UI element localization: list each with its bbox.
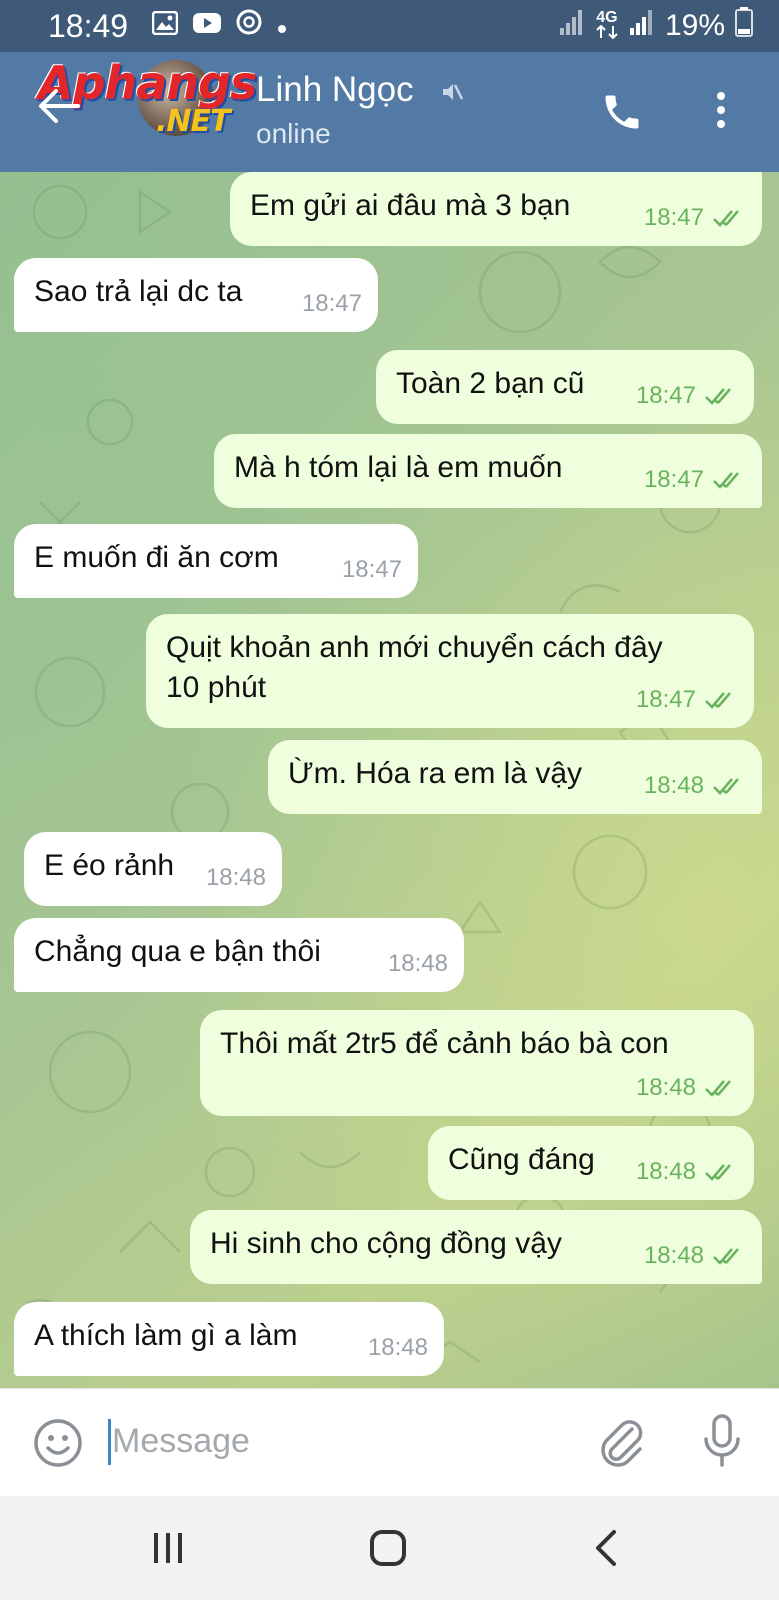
emoji-icon[interactable] [32,1417,84,1474]
status-time: 18:49 [48,7,129,44]
message-bubble-incoming[interactable]: Chẳng qua e bận thôi 18:48 [14,918,464,992]
message-meta: 18:48 [636,1068,740,1108]
youtube-icon [192,9,222,43]
message-bubble-outgoing[interactable]: Quịt khoản anh mới chuyển cách đây 10 ph… [146,614,754,728]
message-bubble-incoming[interactable]: Sao trả lại dc ta 18:47 [14,258,378,332]
double-check-icon [713,1248,739,1265]
mute-icon [440,80,464,109]
message-text: Ừm. Hóa ra em là vậy [288,757,583,790]
signal-icon [559,8,585,44]
message-time: 18:47 [635,686,696,713]
network-label: 4G [596,8,618,26]
battery-icon [735,7,753,45]
double-check-icon [713,210,739,227]
message-time: 18:47 [643,466,704,493]
dot-icon [276,9,288,43]
signal-icon-2 [629,8,655,44]
recents-icon[interactable] [150,1530,186,1571]
message-meta: 18:47 [636,376,740,416]
status-bar: 18:49 4G 19% [0,0,779,52]
message-text: Toàn 2 bạn cũ [396,367,585,400]
home-icon[interactable] [368,1528,408,1573]
message-bubble-outgoing[interactable]: Ừm. Hóa ra em là vậy 18:48 [268,740,762,814]
double-check-icon [705,692,731,709]
message-bubble-incoming[interactable]: A thích làm gì a làm 18:48 [14,1302,444,1376]
message-meta: 18:47 [636,680,740,720]
double-check-icon [705,388,731,405]
message-time: 18:48 [643,772,704,799]
network-icon: 4G [595,8,619,42]
message-time: 18:48 [367,1334,428,1361]
message-meta: 18:47 [302,284,362,324]
message-text: Em gửi ai đâu mà 3 bạn [250,189,571,222]
message-bubble-incoming[interactable]: E éo rảnh 18:48 [24,832,282,906]
message-text: A thích làm gì a làm [34,1319,298,1352]
back-arrow-icon[interactable] [38,88,80,129]
message-text: E éo rảnh [44,849,175,882]
message-text: Sao trả lại dc ta [34,275,243,308]
message-bubble-outgoing[interactable]: Cũng đáng 18:48 [428,1126,754,1200]
message-text: Quịt khoản anh mới chuyển cách đây 10 ph… [166,631,663,704]
message-time: 18:48 [643,1242,704,1269]
message-time: 18:48 [635,1158,696,1185]
message-bubble-outgoing[interactable]: Em gửi ai đâu mà 3 bạn 18:47 [230,172,762,246]
message-input[interactable] [112,1413,562,1469]
message-bubble-outgoing[interactable]: Toàn 2 bạn cũ 18:47 [376,350,754,424]
message-meta: 18:48 [368,1328,428,1368]
watermark-sub: .NET [156,104,230,139]
message-time: 18:47 [643,204,704,231]
chat-header: Aphangs .NET Linh Ngọc online [0,52,779,172]
message-bubble-outgoing[interactable]: Thôi mất 2tr5 để cảnh báo bà con 18:48 [200,1010,754,1116]
message-time: 18:48 [205,864,266,891]
status-left: 18:49 [48,8,288,45]
message-bubble-outgoing[interactable]: Hi sinh cho cộng đồng vậy 18:48 [190,1210,762,1284]
message-meta: 18:48 [644,1236,748,1276]
message-text: E muốn đi ăn cơm [34,541,279,574]
double-check-icon [713,778,739,795]
message-text: Thôi mất 2tr5 để cảnh báo bà con [220,1027,669,1060]
message-meta: 18:48 [644,766,748,806]
message-meta: 18:47 [644,460,748,500]
microphone-icon[interactable] [702,1413,742,1474]
message-input-bar [0,1388,779,1496]
message-meta: 18:48 [388,944,448,984]
double-check-icon [705,1080,731,1097]
message-time: 18:48 [387,950,448,977]
message-text: Cũng đáng [448,1143,595,1176]
message-meta: 18:48 [206,858,266,898]
message-time: 18:47 [635,382,696,409]
contact-name[interactable]: Linh Ngọc [256,70,414,110]
message-text: Chẳng qua e bận thôi [34,935,321,968]
double-check-icon [705,1164,731,1181]
message-meta: 18:47 [644,198,748,238]
status-right: 4G 19% [559,7,753,45]
chrome-icon [236,9,262,43]
chat-area[interactable]: Em gửi ai đâu mà 3 bạn 18:47 Sao trả lại… [0,172,779,1388]
system-nav-bar [0,1496,779,1600]
text-cursor [108,1419,111,1465]
message-time: 18:48 [635,1074,696,1101]
message-bubble-incoming[interactable]: E muốn đi ăn cơm 18:47 [14,524,418,598]
message-time: 18:47 [301,290,362,317]
message-meta: 18:48 [636,1152,740,1192]
gallery-icon [151,9,179,43]
message-meta: 18:47 [342,550,402,590]
more-vert-icon[interactable] [714,90,728,135]
message-text: Mà h tóm lại là em muốn [234,451,563,484]
message-bubble-outgoing[interactable]: Mà h tóm lại là em muốn 18:47 [214,434,762,508]
message-text: Hi sinh cho cộng đồng vậy [210,1227,562,1260]
double-check-icon [713,472,739,489]
message-time: 18:47 [341,556,402,583]
phone-icon[interactable] [600,90,644,139]
back-icon[interactable] [592,1528,620,1573]
attach-icon[interactable] [596,1415,646,1474]
battery-percent: 19% [664,9,725,42]
contact-status: online [256,118,331,149]
